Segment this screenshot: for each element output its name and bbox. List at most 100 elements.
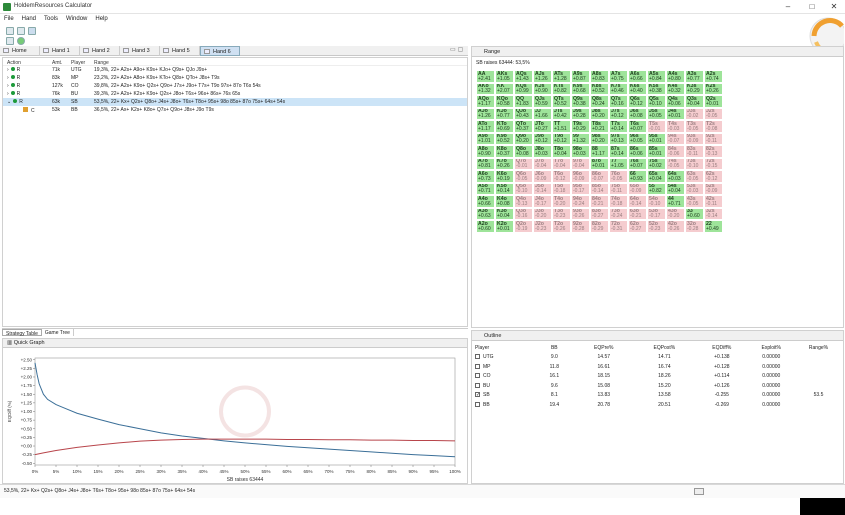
- range-cell[interactable]: 32o -0.28: [685, 220, 704, 233]
- range-cell[interactable]: 64s +0.03: [666, 170, 685, 183]
- tab-hand-6[interactable]: Hand 6: [200, 46, 240, 56]
- range-cell[interactable]: 33 +0.60: [685, 207, 704, 220]
- save-icon[interactable]: [28, 27, 36, 35]
- range-cell[interactable]: 43s -0.05: [685, 195, 704, 208]
- range-cell[interactable]: 72o -0.31: [609, 220, 628, 233]
- range-cell[interactable]: T6s +0.07: [628, 120, 647, 133]
- range-cell[interactable]: 76s +0.07: [628, 157, 647, 170]
- action-row-selected[interactable]: ⌄ R 63k SB 53,5%, 22+ Kx+ Q2s+ Q8o+ J4s+ J8o…: [3, 98, 467, 106]
- range-cell[interactable]: 42s -0.11: [704, 195, 723, 208]
- range-cell[interactable]: A9s +0.87: [571, 70, 590, 83]
- menu-window[interactable]: Window: [66, 16, 87, 22]
- range-cell[interactable]: 42o -0.26: [666, 220, 685, 233]
- player-checkbox[interactable]: [475, 382, 480, 388]
- player-checkbox[interactable]: ✓: [475, 392, 480, 398]
- range-cell[interactable]: 62s -0.12: [704, 170, 723, 183]
- tab-strategy-table[interactable]: Strategy Table: [2, 329, 42, 337]
- range-cell[interactable]: 75s +0.02: [647, 157, 666, 170]
- range-cell[interactable]: K3o +0.04: [495, 207, 514, 220]
- open-icon[interactable]: [17, 27, 25, 35]
- outline-row[interactable]: MP 11.8 16.61 16.74 +0.128 0.00000: [472, 362, 843, 372]
- range-cell[interactable]: K2s +0.26: [704, 82, 723, 95]
- range-cell[interactable]: 94o -0.24: [571, 195, 590, 208]
- range-cell[interactable]: T6o -0.12: [552, 170, 571, 183]
- range-cell[interactable]: 85s +0.01: [647, 145, 666, 158]
- range-cell[interactable]: 64o -0.14: [628, 195, 647, 208]
- range-cell[interactable]: J4o -0.17: [533, 195, 552, 208]
- action-row[interactable]: › R 83k MP 23,2%, 22+ A2s+ A8o+ K9s+ KTo+ Q8…: [3, 74, 467, 82]
- range-cell[interactable]: T9s +0.29: [571, 120, 590, 133]
- range-cell[interactable]: T9o +0.12: [552, 132, 571, 145]
- minimize-button[interactable]: –: [778, 1, 798, 12]
- outline-row[interactable]: BU 9.6 15.08 15.20 +0.126 0.00000: [472, 381, 843, 391]
- range-cell[interactable]: KTo +0.69: [495, 120, 514, 133]
- range-cell[interactable]: A2s +0.74: [704, 70, 723, 83]
- range-cell[interactable]: K7o +0.26: [495, 157, 514, 170]
- player-checkbox[interactable]: [475, 354, 480, 360]
- range-cell[interactable]: 63s -0.05: [685, 170, 704, 183]
- range-cell[interactable]: Q4s +0.06: [666, 95, 685, 108]
- range-cell[interactable]: A5s +0.84: [647, 70, 666, 83]
- range-cell[interactable]: A5o +0.71: [476, 182, 495, 195]
- range-cell[interactable]: 82s -0.13: [704, 145, 723, 158]
- range-cell[interactable]: 95s +0.01: [647, 132, 666, 145]
- range-cell[interactable]: J5o -0.14: [533, 182, 552, 195]
- range-cell[interactable]: 88 +1.17: [590, 145, 609, 158]
- tab-home[interactable]: Home: [0, 46, 40, 56]
- range-cell[interactable]: J6o -0.09: [533, 170, 552, 183]
- range-cell[interactable]: 55 +0.82: [647, 182, 666, 195]
- range-cell[interactable]: 63o -0.21: [628, 207, 647, 220]
- menu-tools[interactable]: Tools: [44, 16, 58, 22]
- range-cell[interactable]: 65s +0.04: [647, 170, 666, 183]
- range-cell[interactable]: 85o -0.14: [590, 182, 609, 195]
- range-cell[interactable]: Q2o -0.19: [514, 220, 533, 233]
- range-cell[interactable]: A2o +0.60: [476, 220, 495, 233]
- action-row[interactable]: › R 71k UTG 19,3%, 22+ A2s+ A9o+ K9s+ KJo+ Q…: [3, 66, 467, 74]
- range-cell[interactable]: 73o -0.24: [609, 207, 628, 220]
- range-cell[interactable]: 97o -0.04: [571, 157, 590, 170]
- range-cell[interactable]: Q9o +0.20: [514, 132, 533, 145]
- range-cell[interactable]: T7o -0.04: [552, 157, 571, 170]
- range-cell[interactable]: K3s +0.29: [685, 82, 704, 95]
- range-cell[interactable]: T5o -0.18: [552, 182, 571, 195]
- range-cell[interactable]: Q8s +0.24: [590, 95, 609, 108]
- range-cell[interactable]: 96o -0.09: [571, 170, 590, 183]
- range-cell[interactable]: ATo +1.17: [476, 120, 495, 133]
- menu-hand[interactable]: Hand: [22, 16, 36, 22]
- range-cell[interactable]: 53o -0.17: [647, 207, 666, 220]
- action-row[interactable]: C 53k BB 36,5%, 22+ Ax+ K2s+ K8o+ Q7s+ Q9o+…: [3, 106, 467, 114]
- tab-hand-1[interactable]: Hand 1: [40, 46, 80, 56]
- range-cell[interactable]: 72s -0.15: [704, 157, 723, 170]
- range-cell[interactable]: AKs +1.05: [495, 70, 514, 83]
- range-cell[interactable]: J4s +0.01: [666, 107, 685, 120]
- range-cell[interactable]: T4s -0.03: [666, 120, 685, 133]
- range-cell[interactable]: T8s +0.21: [590, 120, 609, 133]
- range-cell[interactable]: T2s -0.08: [704, 120, 723, 133]
- range-cell[interactable]: Q6o -0.05: [514, 170, 533, 183]
- expand-icon[interactable]: ›: [7, 91, 9, 97]
- range-cell[interactable]: J3s -0.02: [685, 107, 704, 120]
- range-cell[interactable]: TT +1.51: [552, 120, 571, 133]
- range-cell[interactable]: K6o +0.19: [495, 170, 514, 183]
- range-cell[interactable]: 93o -0.26: [571, 207, 590, 220]
- range-cell[interactable]: 53s -0.03: [685, 182, 704, 195]
- range-cell[interactable]: 92s -0.11: [704, 132, 723, 145]
- range-cell[interactable]: K6s +0.40: [628, 82, 647, 95]
- outline-row[interactable]: UTG 9.0 14.57 14.71 +0.138 0.00000: [472, 353, 843, 363]
- range-cell[interactable]: J8o +0.03: [533, 145, 552, 158]
- range-cell[interactable]: 93s -0.09: [685, 132, 704, 145]
- range-cell[interactable]: K5o +0.14: [495, 182, 514, 195]
- action-row[interactable]: › R 76k BU 39,3%, 22+ A2s+ K2s+ K9o+ Q2s+ J8…: [3, 90, 467, 98]
- range-cell[interactable]: A7s +0.75: [609, 70, 628, 83]
- range-cell[interactable]: 74s -0.05: [666, 157, 685, 170]
- range-cell[interactable]: KQo +0.58: [495, 95, 514, 108]
- range-cell[interactable]: 44 +0.71: [666, 195, 685, 208]
- range-cell[interactable]: Q3o -0.16: [514, 207, 533, 220]
- range-cell[interactable]: A6o +0.73: [476, 170, 495, 183]
- range-cell[interactable]: 66 +0.93: [628, 170, 647, 183]
- range-cell[interactable]: K4s +0.32: [666, 82, 685, 95]
- range-cell[interactable]: T3o -0.23: [552, 207, 571, 220]
- range-cell[interactable]: J7s +0.12: [609, 107, 628, 120]
- range-cell[interactable]: J6s +0.08: [628, 107, 647, 120]
- range-cell[interactable]: K8s +0.52: [590, 82, 609, 95]
